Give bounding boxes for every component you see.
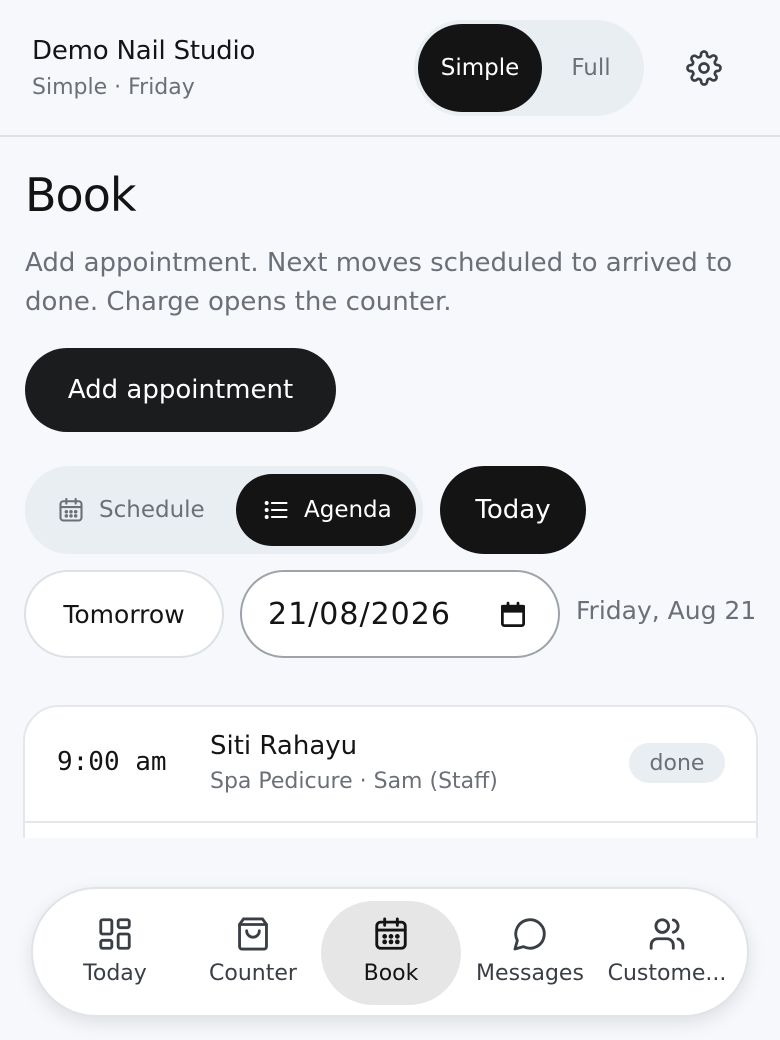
mode-simple-button[interactable]: Simple [418,24,542,112]
tab-agenda[interactable]: Agenda [236,474,416,546]
nav-item-messages[interactable]: Messages [460,901,600,1005]
nav-item-customers[interactable]: Custome... [597,901,737,1005]
date-field[interactable]: 21/08/2026 [240,570,560,658]
nav-label-book: Book [363,961,419,986]
nav-item-book[interactable]: Book [321,901,461,1005]
studio-name: Demo Nail Studio [32,36,256,66]
appointment-client: Siti Rahayu [210,731,358,761]
nav-label-messages: Messages [476,961,584,986]
nav-label-counter: Counter [209,961,297,986]
add-appointment-button[interactable]: Add appointment [25,348,336,432]
view-toggle: Schedule Agenda [25,466,423,554]
selected-date-label: Friday, Aug 21 [576,596,757,625]
appointment-time: 9:00 am [57,747,167,777]
nav-item-counter[interactable]: Counter [183,901,323,1005]
bottom-nav: Today Counter Book Messages Custome... [31,887,749,1017]
gear-icon[interactable] [686,50,722,86]
studio-subtitle: Simple · Friday [32,75,195,100]
app-header: Demo Nail Studio Simple · Friday Simple … [0,0,780,137]
users-icon [649,918,685,950]
tab-schedule-label: Schedule [99,497,205,523]
tomorrow-button[interactable]: Tomorrow [24,570,224,658]
nav-item-today[interactable]: Today [45,901,185,1005]
calendar-icon [375,917,407,950]
status-badge: done [629,743,725,783]
mode-full-button[interactable]: Full [542,24,640,112]
tab-agenda-label: Agenda [304,497,392,523]
appointment-detail: Spa Pedicure · Sam (Staff) [210,769,498,794]
list-item[interactable]: 9:00 am Siti Rahayu Spa Pedicure · Sam (… [25,707,756,821]
calendar-picker-icon[interactable] [498,600,528,630]
calendar-icon [59,497,83,522]
shopping-bag-icon [238,917,268,951]
nav-label-today: Today [83,961,147,986]
page-description: Add appointment. Next moves scheduled to… [25,248,733,317]
chat-bubble-icon [513,918,546,951]
date-value: 21/08/2026 [268,596,451,632]
today-button[interactable]: Today [440,466,586,554]
page-title: Book [25,168,136,222]
mode-toggle: Simple Full [414,20,644,116]
dashboard-icon [99,918,131,950]
list-icon [264,501,288,519]
nav-label-customers: Custome... [607,961,727,986]
tab-schedule[interactable]: Schedule [33,474,237,546]
